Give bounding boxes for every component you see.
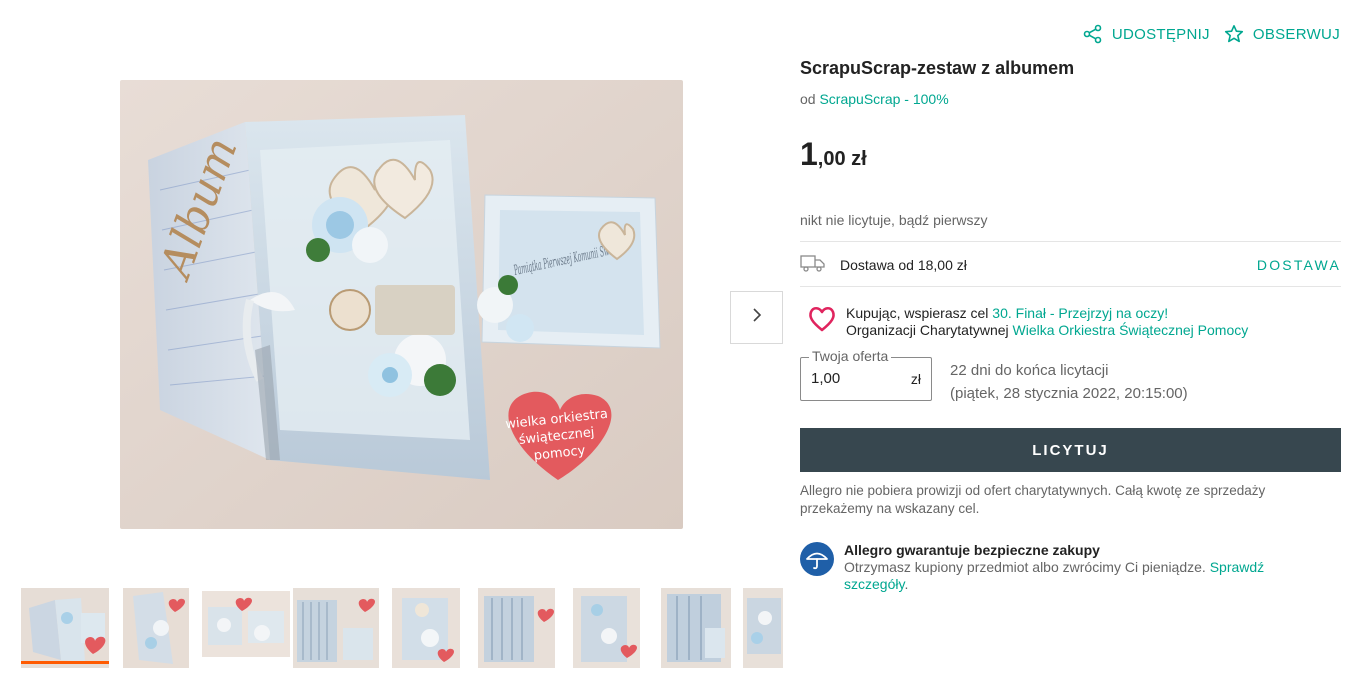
star-icon — [1224, 24, 1244, 44]
top-actions: UDOSTĘPNIJ OBSERWUJ — [1083, 24, 1340, 44]
thumbnail[interactable] — [21, 588, 109, 668]
share-label: UDOSTĘPNIJ — [1111, 25, 1210, 43]
thumbnail[interactable] — [661, 588, 731, 668]
price-integer: 1 — [800, 136, 818, 172]
main-product-image[interactable]: Album Pamiątka Pierwszej Komunii Świętej — [120, 80, 683, 529]
offer-field: Twoja oferta zł — [800, 348, 932, 401]
charity-note: Allegro nie pobiera prowizji od ofert ch… — [800, 483, 1266, 516]
guarantee-heading: Allegro gwarantuje bezpieczne zakupy — [844, 542, 1100, 558]
charity-info: Kupując, wspierasz cel 30. Finał - Przej… — [808, 305, 1248, 339]
guarantee-body: Otrzymasz kupiony przedmiot albo zwrócim… — [844, 559, 1206, 575]
heart-icon — [808, 306, 836, 339]
charity-line1-prefix: Kupując, wspierasz cel — [846, 305, 989, 321]
divider — [800, 286, 1341, 287]
thumbnail[interactable] — [743, 588, 783, 668]
auction-deadline: 22 dni do końca licytacji (piątek, 28 st… — [950, 359, 1188, 405]
active-thumbnail-indicator — [21, 661, 109, 664]
seller-line: od ScrapuScrap - 100% — [800, 91, 949, 107]
umbrella-icon — [800, 542, 834, 593]
charity-organization-link[interactable]: Wielka Orkiestra Świątecznej Pomocy — [1013, 322, 1249, 338]
offer-input[interactable] — [811, 370, 901, 387]
thumbnail[interactable] — [478, 588, 555, 668]
delivery-label: Dostawa od 18,00 zł — [840, 257, 967, 273]
bid-button[interactable]: LICYTUJ — [800, 428, 1341, 472]
divider — [800, 241, 1341, 242]
thumbnail[interactable] — [573, 588, 640, 668]
thumbnail[interactable] — [392, 588, 460, 668]
offer-label: Twoja oferta — [809, 348, 892, 364]
guarantee-end: . — [904, 576, 909, 592]
guarantee-info: Allegro gwarantuje bezpieczne zakupy Otr… — [800, 542, 1324, 593]
share-button[interactable]: UDOSTĘPNIJ — [1083, 24, 1210, 44]
thumbnail[interactable] — [293, 588, 379, 668]
thumbnail[interactable] — [202, 591, 290, 657]
next-image-button[interactable] — [730, 291, 783, 344]
thumbnail[interactable] — [123, 588, 189, 668]
bids-status: nikt nie licytuje, bądź pierwszy — [800, 212, 988, 228]
product-title: ScrapuScrap-zestaw z albumem — [800, 58, 1075, 78]
offer-currency: zł — [910, 371, 921, 387]
chevron-right-icon — [751, 307, 763, 328]
charity-line2-prefix: Organizacji Charytatywnej — [846, 322, 1009, 338]
charity-goal-link[interactable]: 30. Finał - Przejrzyj na oczy! — [992, 305, 1168, 321]
share-icon — [1083, 24, 1103, 44]
watch-button[interactable]: OBSERWUJ — [1224, 24, 1340, 44]
deadline-date: (piątek, 28 stycznia 2022, 20:15:00) — [950, 385, 1188, 402]
seller-prefix: od — [800, 91, 816, 107]
deadline-days: 22 dni do końca licytacji — [950, 362, 1109, 379]
delivery-link[interactable]: DOSTAWA — [1257, 257, 1341, 273]
thumbnail-strip — [20, 588, 783, 670]
price-decimal: ,00 zł — [817, 148, 867, 170]
truck-icon — [800, 253, 826, 278]
price: 1,00 zł — [800, 136, 867, 173]
watch-label: OBSERWUJ — [1252, 25, 1340, 43]
delivery-row: Dostawa od 18,00 zł DOSTAWA — [800, 253, 1341, 277]
seller-link[interactable]: ScrapuScrap - 100% — [819, 91, 948, 107]
